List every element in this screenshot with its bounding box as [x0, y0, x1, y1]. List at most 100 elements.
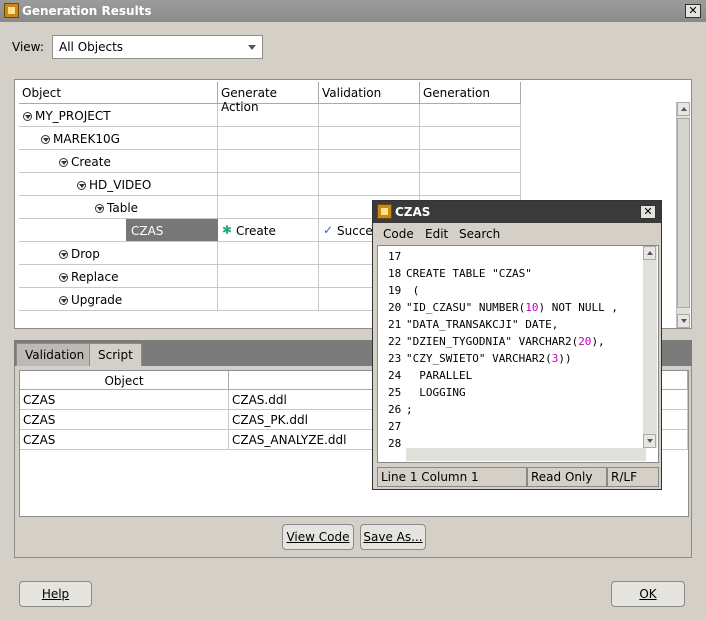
view-code-button[interactable]: View Code [282, 524, 354, 550]
expand-toggle-icon[interactable] [59, 250, 68, 259]
column-header-object[interactable]: Object [19, 82, 218, 104]
tree-node[interactable]: MY_PROJECT [23, 109, 111, 123]
tree-node[interactable]: HD_VIDEO [77, 178, 151, 192]
code-editor[interactable]: 17 18 CREATE TABLE "CZAS" 19 (20 "ID_CZASU" … [377, 245, 659, 463]
ok-button[interactable]: OK [611, 581, 685, 607]
tree-cell-object[interactable]: MAREK10G [19, 127, 218, 150]
view-select[interactable]: All Objects [52, 35, 263, 59]
tree-cell-object[interactable]: Drop [19, 242, 218, 265]
tree-node[interactable]: Table [95, 201, 138, 215]
line-number: 28 [388, 437, 402, 450]
scroll-up-button[interactable] [643, 246, 656, 260]
tree-cell-generation [420, 150, 521, 173]
code-text: "ID_CZASU" NUMBER(10) NOT NULL , [406, 301, 618, 314]
code-text: "DZIEN_TYGODNIA" VARCHAR2(20), [406, 335, 605, 348]
czas-menu-bar: Code Edit Search [373, 223, 661, 245]
tree-node[interactable]: Replace [59, 270, 118, 284]
tree-node-label: MY_PROJECT [35, 109, 111, 123]
tree-row[interactable]: MAREK10G [19, 127, 521, 150]
tree-node[interactable]: MAREK10G [41, 132, 120, 146]
tree-node-label: MAREK10G [53, 132, 120, 146]
scroll-up-button[interactable] [677, 102, 690, 116]
code-text-main: ( [406, 284, 420, 297]
code-number-literal: 20 [578, 335, 592, 348]
line-number: 19 [388, 284, 402, 297]
code-text-main: CREATE TABLE "CZAS" [406, 267, 532, 280]
tab-validation[interactable]: Validation [16, 343, 94, 367]
tree-cell-object[interactable]: Replace [19, 265, 218, 288]
tree-cell-object[interactable]: Table [19, 196, 218, 219]
tree-node[interactable]: CZAS [131, 224, 163, 238]
tree-cell-object[interactable]: HD_VIDEO [19, 173, 218, 196]
status-position: Line 1 Column 1 [377, 467, 527, 487]
save-as-button[interactable]: Save As... [360, 524, 426, 550]
code-text: "CZY_SWIETO" VARCHAR2(3)) [406, 352, 572, 365]
tree-cell-object[interactable]: Create [19, 150, 218, 173]
line-number: 23 [388, 352, 402, 365]
view-code-label: View Code [286, 530, 350, 544]
code-line: 17 [378, 250, 646, 267]
czas-title-bar[interactable]: CZAS ✕ [373, 201, 661, 223]
expand-toggle-icon[interactable] [95, 204, 104, 213]
tree-row[interactable]: MY_PROJECT [19, 104, 521, 127]
code-line: 20 "ID_CZASU" NUMBER(10) NOT NULL , [378, 301, 646, 318]
tree-cell-generation [420, 104, 521, 127]
expand-toggle-icon[interactable] [59, 158, 68, 167]
code-text: PARALLEL [406, 369, 472, 382]
scroll-thumb[interactable] [677, 118, 690, 308]
save-as-label: Save As... [363, 530, 423, 544]
tree-cell-object[interactable]: CZAS [19, 219, 218, 242]
tree-row[interactable]: Create [19, 150, 521, 173]
tree-cell-object[interactable]: Upgrade [19, 288, 218, 311]
tree-cell-object[interactable]: MY_PROJECT [19, 104, 218, 127]
czas-window-title: CZAS [395, 205, 431, 219]
tree-node-label: Replace [71, 270, 119, 284]
column-header-generate-action[interactable]: Generate Action [218, 82, 319, 114]
status-mode: Read Only [527, 467, 607, 487]
tree-table-header: Object Generate Action Validation Genera… [19, 82, 521, 114]
column-header-validation[interactable]: Validation [319, 82, 420, 104]
expand-toggle-icon[interactable] [41, 135, 50, 144]
code-text: ( [406, 284, 420, 297]
code-text-main: "CZY_SWIETO" VARCHAR2( [406, 352, 552, 365]
scroll-down-button[interactable] [643, 434, 656, 448]
tab-script[interactable]: Script [89, 343, 142, 367]
column-header-generation[interactable]: Generation [420, 82, 521, 104]
cell-object: CZAS [20, 430, 229, 450]
czas-close-button[interactable]: ✕ [640, 205, 656, 219]
czas-status-bar: Line 1 Column 1 Read Only R/LF [377, 467, 659, 487]
code-line: 23 "CZY_SWIETO" VARCHAR2(3)) [378, 352, 646, 369]
tree-node[interactable]: Upgrade [59, 293, 122, 307]
tree-node[interactable]: Create [59, 155, 111, 169]
ok-label: OK [639, 587, 657, 601]
line-number: 22 [388, 335, 402, 348]
cell-object: CZAS [20, 390, 229, 410]
expand-toggle-icon[interactable] [77, 181, 86, 190]
editor-horizontal-scrollbar[interactable] [406, 448, 646, 461]
tree-cell-generate-action [218, 265, 319, 288]
column-header-object[interactable]: Object [20, 371, 229, 390]
menu-code[interactable]: Code [383, 227, 414, 241]
close-button[interactable]: ✕ [685, 4, 701, 18]
code-text-main: "DZIEN_TYGODNIA" VARCHAR2( [406, 335, 579, 348]
menu-search[interactable]: Search [459, 227, 500, 241]
menu-edit[interactable]: Edit [425, 227, 448, 241]
tree-cell-generate-action [218, 104, 319, 127]
expand-toggle-icon[interactable] [59, 273, 68, 282]
help-button[interactable]: Help [19, 581, 92, 607]
code-line: 22 "DZIEN_TYGODNIA" VARCHAR2(20), [378, 335, 646, 352]
scroll-down-button[interactable] [677, 314, 690, 328]
tree-node[interactable]: Drop [59, 247, 100, 261]
tree-row[interactable]: HD_VIDEO [19, 173, 521, 196]
code-line: 21 "DATA_TRANSAKCJI" DATE, [378, 318, 646, 335]
cell-object: CZAS [20, 410, 229, 430]
editor-vertical-scrollbar[interactable] [643, 246, 657, 448]
line-number: 18 [388, 267, 402, 280]
expand-toggle-icon[interactable] [59, 296, 68, 305]
code-text-main: LOGGING [406, 386, 466, 399]
expand-toggle-icon[interactable] [23, 112, 32, 121]
code-line: 27 [378, 420, 646, 437]
czas-code-window: CZAS ✕ Code Edit Search 17 18 CREATE TABLE… [372, 200, 662, 490]
tree-vertical-scrollbar[interactable] [676, 102, 690, 328]
code-line: 24 PARALLEL [378, 369, 646, 386]
